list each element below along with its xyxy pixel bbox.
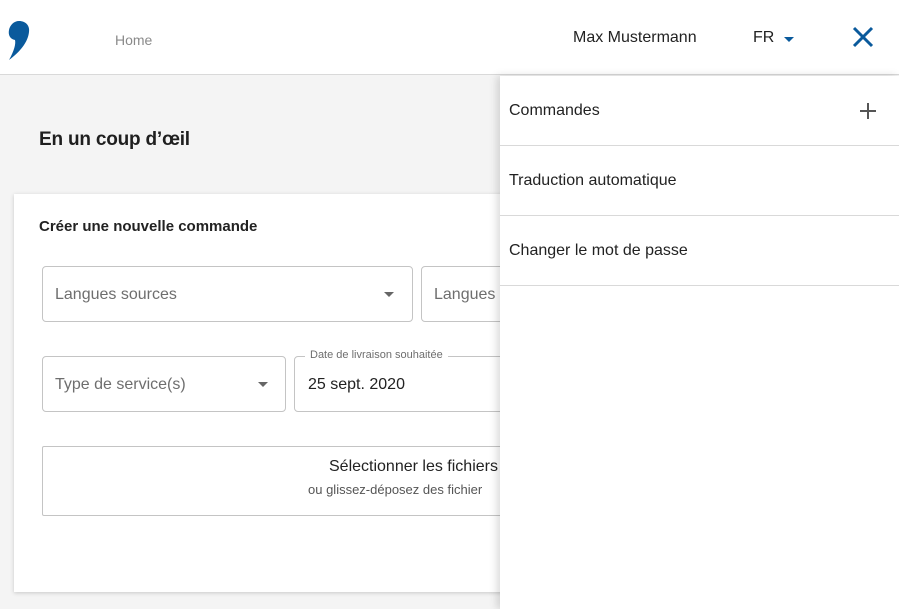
close-icon[interactable] [850, 24, 876, 50]
delivery-date-value: 25 sept. 2020 [308, 376, 405, 393]
source-languages-select[interactable]: Langues sources [42, 266, 413, 322]
service-type-placeholder: Type de service(s) [55, 376, 186, 393]
service-type-select[interactable]: Type de service(s) [42, 356, 286, 412]
side-menu-panel: Commandes Traduction automatique Changer… [500, 76, 899, 609]
source-languages-placeholder: Langues sources [55, 286, 177, 303]
dropzone-title: Sélectionner les fichiers [329, 458, 498, 475]
caret-down-icon [784, 36, 795, 42]
language-selector[interactable]: FR [753, 29, 795, 47]
menu-item-commandes[interactable]: Commandes [500, 76, 899, 146]
top-header: Home Max Mustermann FR [0, 0, 899, 75]
home-link[interactable]: Home [115, 32, 152, 48]
language-label: FR [753, 29, 775, 46]
dropdown-arrow-icon [384, 292, 394, 297]
plus-icon[interactable] [860, 103, 876, 119]
menu-item-label: Commandes [509, 102, 600, 119]
dropzone-subtitle: ou glissez-déposez des fichier [308, 482, 483, 497]
brand-logo-icon[interactable] [6, 20, 32, 62]
dropdown-arrow-icon [258, 382, 268, 387]
page-title: En un coup d’œil [39, 129, 190, 150]
menu-item-traduction-automatique[interactable]: Traduction automatique [500, 146, 899, 216]
menu-item-changer-mot-de-passe[interactable]: Changer le mot de passe [500, 216, 899, 286]
target-languages-placeholder: Langues c [434, 286, 508, 303]
user-name[interactable]: Max Mustermann [573, 29, 697, 47]
delivery-date-label: Date de livraison souhaitée [305, 349, 448, 361]
card-title: Créer une nouvelle commande [39, 218, 258, 235]
menu-item-label: Traduction automatique [509, 172, 677, 189]
menu-item-label: Changer le mot de passe [509, 242, 688, 259]
